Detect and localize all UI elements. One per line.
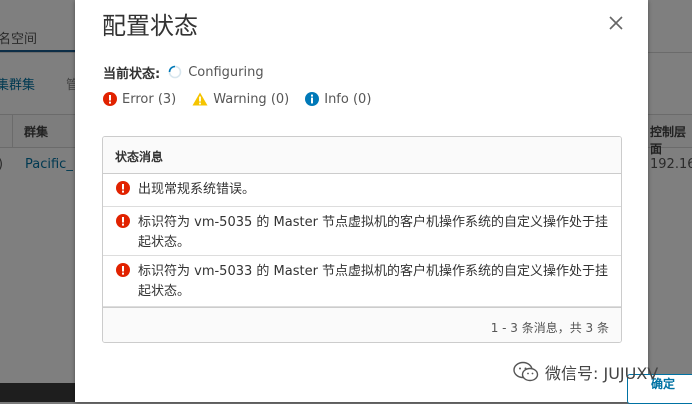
error-icon (103, 92, 117, 106)
info-count-label: Info (0) (324, 91, 372, 107)
message-text: 标识符为 vm-5035 的 Master 节点虚拟机的客户机操作系统的自定义操… (138, 215, 609, 250)
config-status-dialog: 配置状态 当前状态: Configuring Error (3) Warning… (75, 0, 692, 404)
warning-count[interactable]: Warning (0) (192, 92, 289, 107)
wechat-icon (513, 361, 539, 382)
message-text: 出现常规系统错误。 (138, 182, 256, 197)
watermark: 微信号: JUJUXV (513, 360, 658, 384)
pagination-summary: 1 - 3 条消息，共 3 条 (490, 321, 609, 335)
table-row: 标识符为 vm-5033 的 Master 节点虚拟机的客户机操作系统的自定义操… (103, 256, 621, 307)
current-status-row: 当前状态: Configuring (103, 62, 264, 82)
grid-footer: 1 - 3 条消息，共 3 条 (103, 307, 621, 342)
close-button[interactable] (607, 14, 625, 32)
status-message-grid: 状态消息 出现常规系统错误。 标识符为 vm-5035 的 Master 节点虚… (102, 136, 622, 343)
table-row: 出现常规系统错误。 (103, 174, 621, 207)
warning-count-label: Warning (0) (213, 91, 290, 107)
error-icon (116, 263, 130, 277)
current-status-value: Configuring (188, 64, 264, 80)
warning-icon (192, 92, 208, 106)
error-count-label: Error (3) (122, 91, 177, 107)
current-status-label: 当前状态: (103, 66, 161, 82)
close-icon (609, 16, 623, 30)
error-icon (116, 181, 130, 195)
error-icon (116, 214, 130, 228)
table-row: 标识符为 vm-5035 的 Master 节点虚拟机的客户机操作系统的自定义操… (103, 207, 621, 256)
grid-header: 状态消息 (103, 137, 621, 174)
message-text: 标识符为 vm-5033 的 Master 节点虚拟机的客户机操作系统的自定义操… (138, 264, 609, 299)
info-icon (305, 92, 320, 106)
info-count[interactable]: Info (0) (305, 92, 371, 107)
watermark-text: 微信号: JUJUXV (545, 364, 659, 383)
dialog-title: 配置状态 (102, 12, 198, 40)
spinner-icon (168, 65, 182, 79)
grid-column-status-message: 状态消息 (115, 150, 164, 164)
message-counts: Error (3) Warning (0) Info (0) (103, 89, 387, 109)
error-count[interactable]: Error (3) (103, 92, 176, 107)
